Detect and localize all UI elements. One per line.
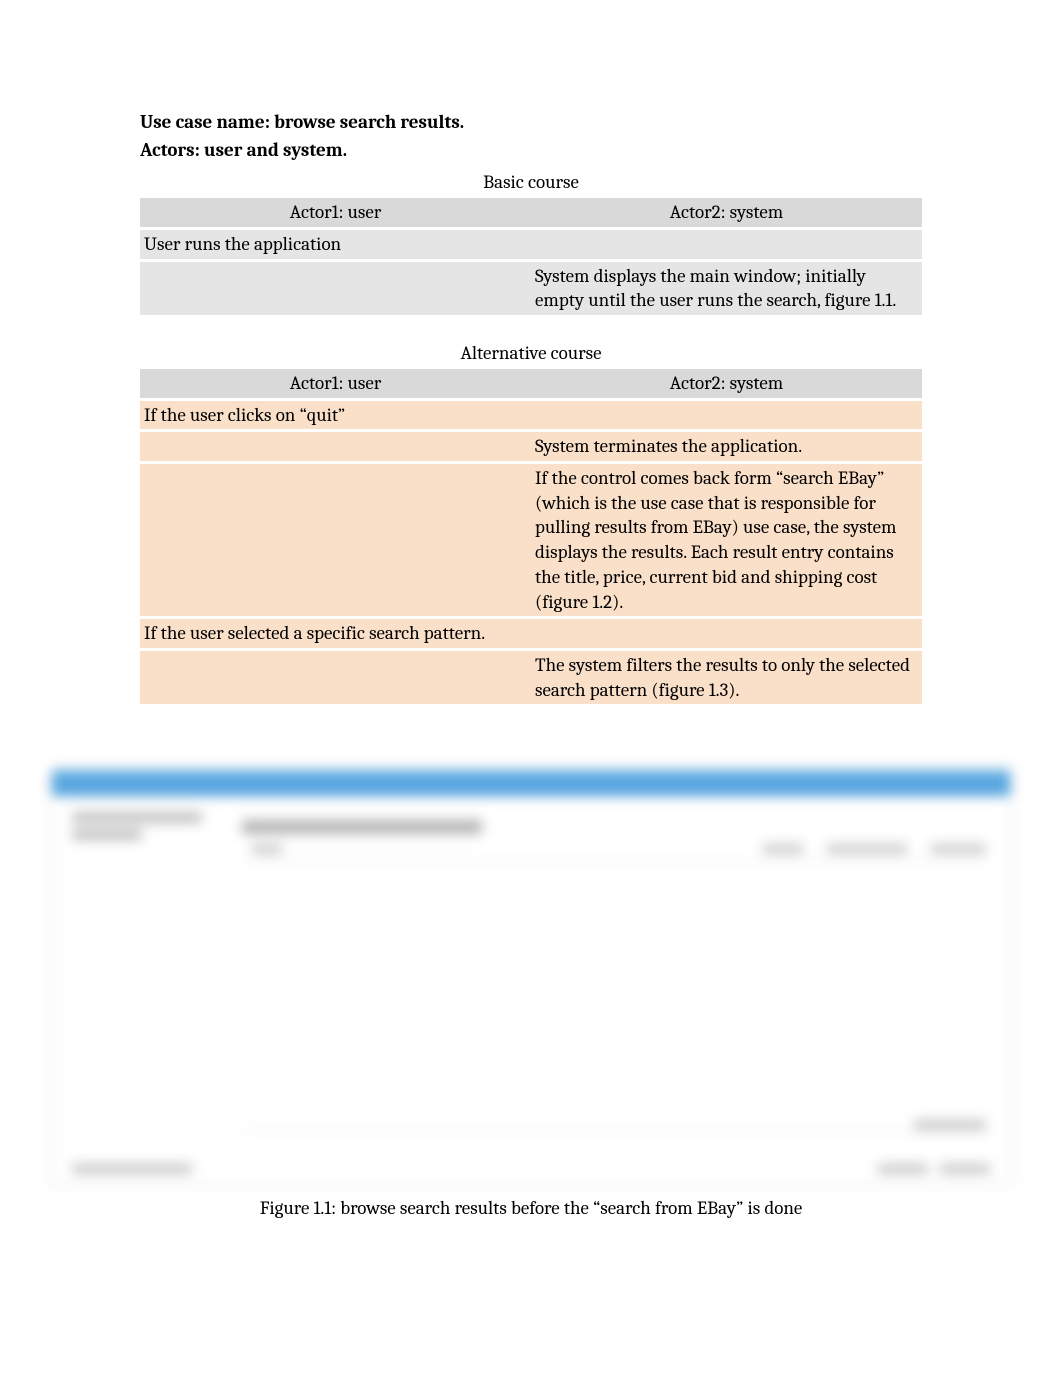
actor2-cell: The system filters the results to only t…	[531, 651, 922, 704]
screenshot-placeholder	[51, 769, 1011, 1185]
actor2-cell	[531, 230, 922, 259]
actor2-cell: If the control comes back form “search E…	[531, 464, 922, 616]
actor2-cell: System displays the main window; initial…	[531, 262, 922, 315]
actor2-header: Actor2: system	[531, 369, 922, 398]
table-row: The system filters the results to only t…	[140, 651, 922, 704]
actor2-cell	[531, 619, 922, 648]
actor1-cell: If the user selected a specific search p…	[140, 619, 531, 648]
actor1-header: Actor1: user	[140, 369, 531, 398]
actor1-cell	[140, 651, 531, 704]
table-row: If the control comes back form “search E…	[140, 464, 922, 616]
table-row: If the user selected a specific search p…	[140, 619, 922, 648]
actor1-cell	[140, 432, 531, 461]
actor2-cell: System terminates the application.	[531, 432, 922, 461]
actor1-cell	[140, 262, 531, 315]
alternative-course-section: Alternative course Actor1: user Actor2: …	[140, 338, 922, 707]
basic-course-section: Basic course Actor1: user Actor2: system…	[140, 167, 922, 318]
actor1-cell	[140, 464, 531, 616]
alternative-course-caption: Alternative course	[140, 338, 922, 366]
table-row: System terminates the application.	[140, 432, 922, 461]
alternative-course-table: Actor1: user Actor2: system If the user …	[140, 366, 922, 707]
figure-caption: Figure 1.1: browse search results before…	[0, 1197, 1062, 1219]
table-row: User runs the application	[140, 230, 922, 259]
actor2-cell	[531, 401, 922, 430]
table-header-row: Actor1: user Actor2: system	[140, 198, 922, 227]
figure-1-1: Figure 1.1: browse search results before…	[0, 769, 1062, 1219]
table-row: If the user clicks on “quit”	[140, 401, 922, 430]
actor1-cell: User runs the application	[140, 230, 531, 259]
table-row: System displays the main window; initial…	[140, 262, 922, 315]
basic-course-table: Actor1: user Actor2: system User runs th…	[140, 195, 922, 318]
actor1-cell: If the user clicks on “quit”	[140, 401, 531, 430]
table-header-row: Actor1: user Actor2: system	[140, 369, 922, 398]
actors-heading: Actors: user and system.	[140, 138, 922, 164]
use-case-name-heading: Use case name: browse search results.	[140, 110, 922, 136]
actor2-header: Actor2: system	[531, 198, 922, 227]
actor1-header: Actor1: user	[140, 198, 531, 227]
basic-course-caption: Basic course	[140, 167, 922, 195]
